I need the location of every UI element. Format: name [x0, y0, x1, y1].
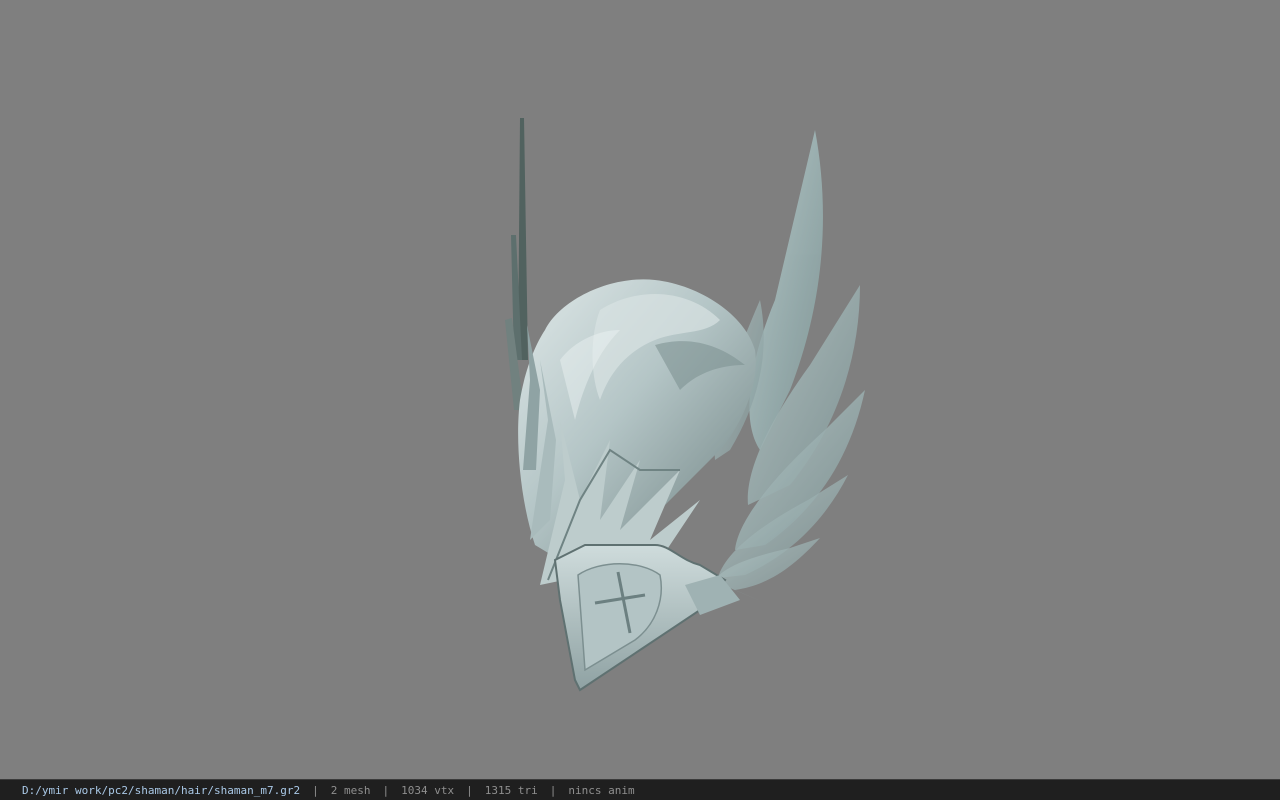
mesh-count: 2 mesh [330, 783, 371, 797]
status-bar: D:/ymir work/pc2/shaman/hair/shaman_m7.g… [0, 779, 1280, 800]
helmet-spikes [505, 118, 528, 410]
vertex-count: 1034 vtx [401, 783, 455, 797]
triangle-count: 1315 tri [484, 783, 538, 797]
status-separator: | [549, 783, 557, 797]
status-separator: | [312, 783, 319, 797]
status-separator: | [466, 783, 473, 797]
status-separator: | [382, 783, 390, 797]
3d-viewport[interactable] [0, 0, 1280, 779]
helmet-model-render[interactable] [0, 0, 1280, 779]
file-path: D:/ymir work/pc2/shaman/hair/shaman_m7.g… [22, 783, 301, 797]
animation-status: nincs anim [568, 783, 635, 797]
helmet-visor [553, 544, 740, 692]
